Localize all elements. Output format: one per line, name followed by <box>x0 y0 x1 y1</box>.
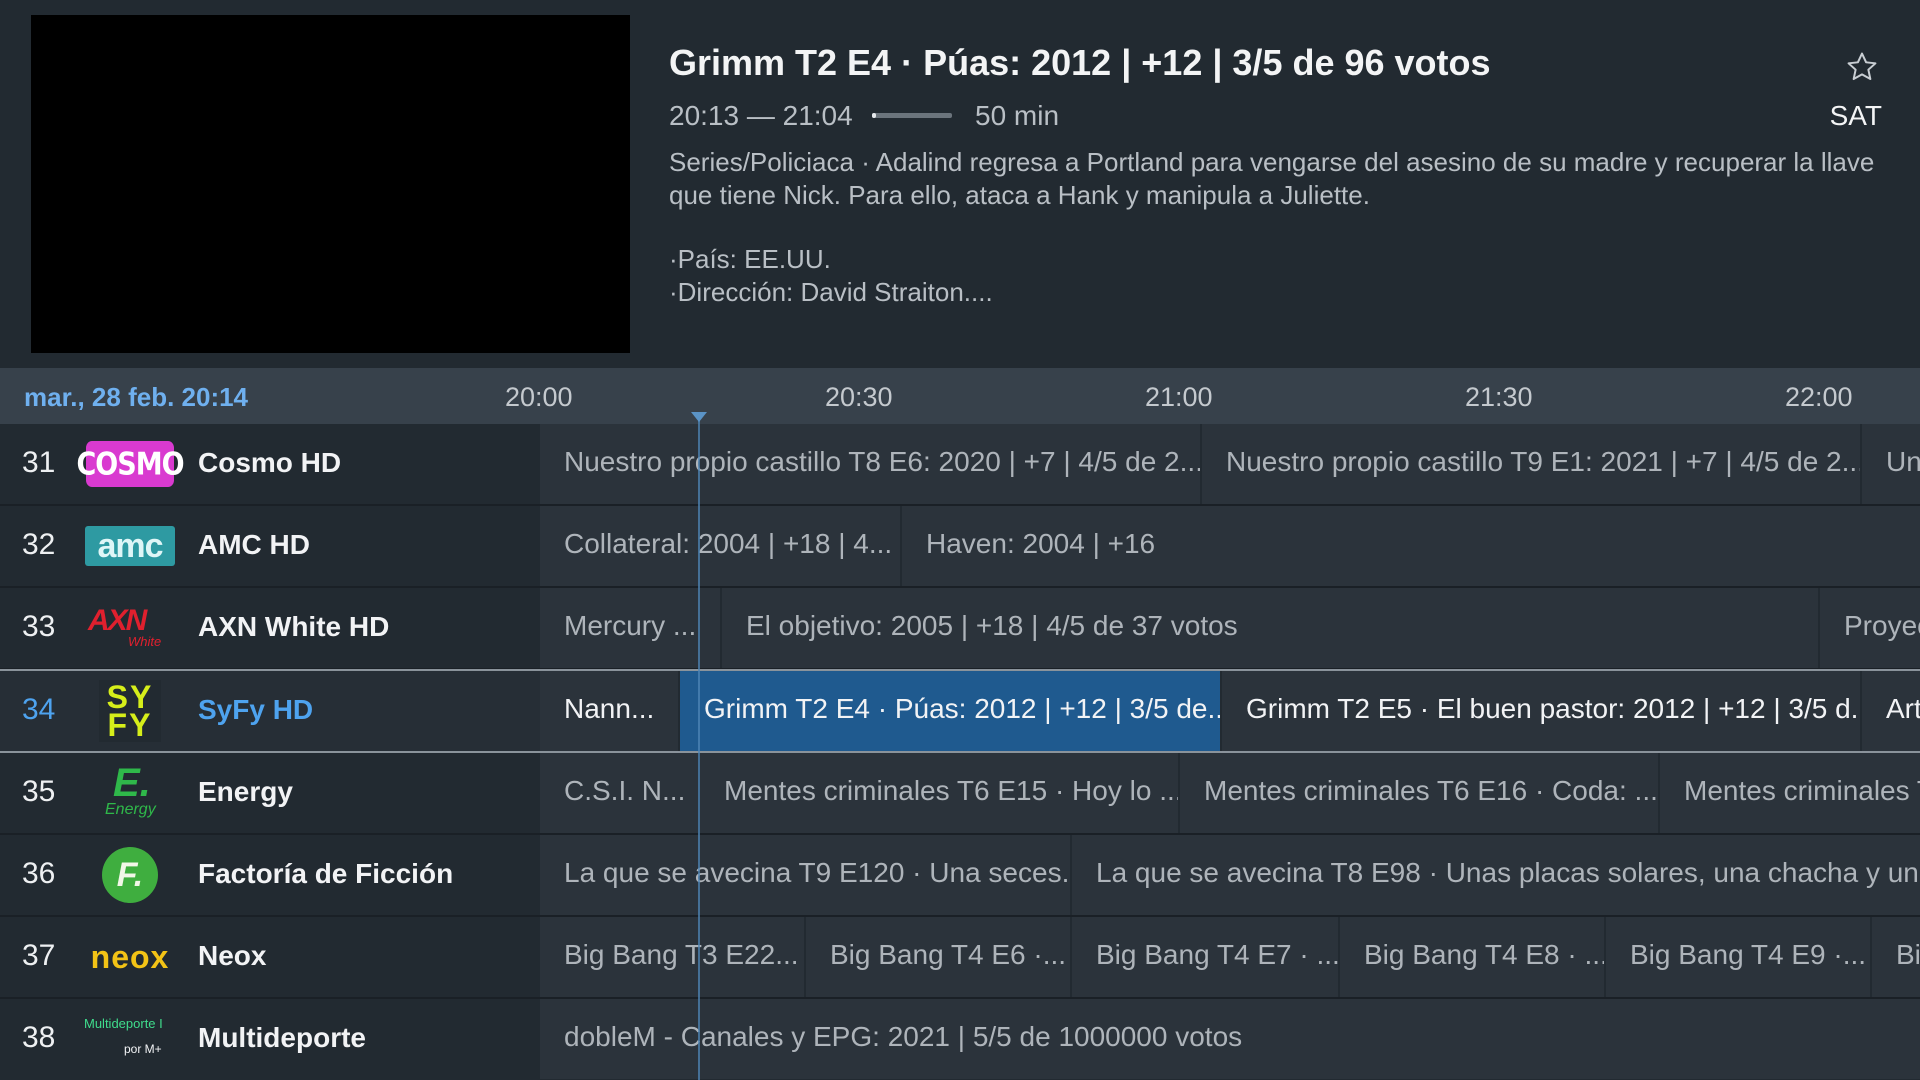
program-cell[interactable]: Big Bang T4 E9 ·... <box>1606 917 1872 997</box>
fdf-logo-text: F. <box>102 847 158 903</box>
channel-number: 34 <box>22 693 56 726</box>
time-tick: 22:00 <box>1785 382 1853 412</box>
channel-name: AXN White HD <box>198 611 390 642</box>
axn-white-logo: AXN White <box>84 602 176 654</box>
program-cell[interactable]: Art <box>1862 671 1920 751</box>
program-cell[interactable]: Haven: 2004 | +16 <box>902 506 1920 586</box>
channel-number: 36 <box>22 857 56 890</box>
timeline-header: mar., 28 feb. 20:14 20:00 20:30 21:00 21… <box>0 368 1920 424</box>
program-grid-row: La que se avecina T9 E120 · Una seces...… <box>540 835 1920 915</box>
amc-logo: amc <box>84 520 176 572</box>
program-cell[interactable]: Nuestro propio castillo T8 E6: 2020 | +7… <box>540 424 1202 504</box>
program-grid-row: Mercury ... El objetivo: 2005 | +18 | 4/… <box>540 588 1920 668</box>
program-progress-bar <box>872 113 952 118</box>
program-cell[interactable]: C.S.I. N... <box>540 753 700 833</box>
now-indicator-line <box>698 420 700 1080</box>
neox-logo-text: neox <box>90 938 170 975</box>
channel-row-syfy-hd[interactable]: 34 SY FY SyFy HD Nann... Grimm T2 E4 · P… <box>0 669 1920 753</box>
channel-name: SyFy HD <box>198 694 314 725</box>
program-time-range: 20:13 — 21:04 <box>669 100 853 131</box>
channel-row-multideporte[interactable]: 38 Multideporte I por M+ Multideporte do… <box>0 999 1920 1080</box>
source-badge: SAT <box>1829 100 1882 131</box>
channel-row-cosmo-hd[interactable]: 31 COSMO Cosmo HD Nuestro propio castill… <box>0 424 1920 506</box>
program-progress-fill <box>872 113 876 118</box>
time-tick: 20:30 <box>825 382 893 412</box>
axn-logo-subtext: White <box>128 634 162 649</box>
program-cell[interactable]: El objetivo: 2005 | +18 | 4/5 de 37 voto… <box>722 588 1820 668</box>
channel-number: 37 <box>22 939 56 972</box>
program-cell[interactable]: Big Bang T4 E8 · ... <box>1340 917 1606 997</box>
program-cell[interactable]: Big Bang T4 E7 · ... <box>1072 917 1340 997</box>
multideporte-logo-subtext: por M+ <box>124 1042 162 1056</box>
star-outline-icon[interactable] <box>1845 50 1879 84</box>
program-cell[interactable]: Bi <box>1872 917 1920 997</box>
energy-logo-subtext: Energy <box>105 801 156 818</box>
program-cell[interactable]: Grimm T2 E5 · El buen pastor: 2012 | +12… <box>1222 671 1862 751</box>
program-info-panel: Grimm T2 E4 · Púas: 2012 | +12 | 3/5 de … <box>0 0 1920 368</box>
program-grid-row: Collateral: 2004 | +18 | 4... Haven: 200… <box>540 506 1920 586</box>
channel-name: AMC HD <box>198 529 310 560</box>
program-grid-row: Nuestro propio castillo T8 E6: 2020 | +7… <box>540 424 1920 504</box>
program-cell[interactable]: dobleM - Canales y EPG: 2021 | 5/5 de 10… <box>540 999 1920 1079</box>
channel-number: 38 <box>22 1021 56 1054</box>
energy-logo: E. Energy <box>84 761 176 819</box>
program-grid-row: Nann... Grimm T2 E4 · Púas: 2012 | +12 |… <box>540 671 1920 751</box>
time-tick: 21:30 <box>1465 382 1533 412</box>
channel-name: Factoría de Ficción <box>198 858 454 889</box>
program-cell[interactable]: Mentes criminales T <box>1660 753 1920 833</box>
channel-name: Energy <box>198 776 293 807</box>
program-cell-focused[interactable]: Grimm T2 E4 · Púas: 2012 | +12 | 3/5 de.… <box>680 671 1222 751</box>
channel-number: 32 <box>22 528 56 561</box>
cosmo-logo-text: COSMO <box>76 441 185 487</box>
amc-logo-text: amc <box>85 526 175 566</box>
program-grid-row: dobleM - Canales y EPG: 2021 | 5/5 de 10… <box>540 999 1920 1079</box>
program-cell[interactable]: Mercury ... <box>540 588 722 668</box>
channel-row-amc-hd[interactable]: 32 amc AMC HD Collateral: 2004 | +18 | 4… <box>0 506 1920 588</box>
multideporte-logo: Multideporte I por M+ <box>84 1013 176 1065</box>
time-tick: 20:00 <box>505 382 573 412</box>
program-title: Grimm T2 E4 · Púas: 2012 | +12 | 3/5 de … <box>669 42 1491 83</box>
channel-row-axn-white-hd[interactable]: 33 AXN White AXN White HD Mercury ... El… <box>0 588 1920 670</box>
program-duration: 50 min <box>975 100 1060 131</box>
program-cell[interactable]: Mentes criminales T6 E16 · Coda: ... <box>1180 753 1660 833</box>
current-datetime: mar., 28 feb. 20:14 <box>24 382 249 412</box>
channel-number: 35 <box>22 775 56 808</box>
program-cell[interactable]: Proyec <box>1820 588 1920 668</box>
program-cell[interactable]: La que se avecina T8 E98 · Unas placas s… <box>1072 835 1920 915</box>
channel-number: 33 <box>22 610 56 643</box>
fdf-logo: F. <box>84 847 176 903</box>
channel-name: Multideporte <box>198 1022 366 1053</box>
time-tick: 21:00 <box>1145 382 1213 412</box>
channel-row-neox[interactable]: 37 neox Neox Big Bang T3 E22... Big Bang… <box>0 917 1920 999</box>
program-cell[interactable]: Nuestro propio castillo T9 E1: 2021 | +7… <box>1202 424 1862 504</box>
channel-row-factoria-de-ficcion[interactable]: 36 F. Factoría de Ficción La que se avec… <box>0 835 1920 917</box>
video-preview[interactable] <box>31 15 630 353</box>
program-cell[interactable]: La que se avecina T9 E120 · Una seces... <box>540 835 1072 915</box>
channel-row-energy[interactable]: 35 E. Energy Energy C.S.I. N... Mentes c… <box>0 753 1920 835</box>
program-cell[interactable]: Nann... <box>540 671 680 751</box>
now-marker-icon <box>691 412 707 422</box>
program-cell[interactable]: Un <box>1862 424 1920 504</box>
syfy-logo-text: SY FY <box>99 680 161 742</box>
program-cell[interactable]: Big Bang T4 E6 ·... <box>806 917 1072 997</box>
program-country: ·País: EE.UU. <box>669 244 831 274</box>
axn-logo-text: AXN <box>88 604 147 637</box>
multideporte-logo-text: Multideporte I <box>84 1016 163 1031</box>
neox-logo: neox <box>84 931 176 983</box>
program-cell[interactable]: Collateral: 2004 | +18 | 4... <box>540 506 902 586</box>
channel-number: 31 <box>22 446 56 479</box>
program-cell[interactable]: Mentes criminales T6 E15 · Hoy lo ... <box>700 753 1180 833</box>
syfy-logo: SY FY <box>84 680 176 742</box>
channel-name: Neox <box>198 940 267 971</box>
channel-name: Cosmo HD <box>198 447 342 478</box>
program-director: ·Dirección: David Straiton.... <box>669 277 993 307</box>
program-grid-row: Big Bang T3 E22... Big Bang T4 E6 ·... B… <box>540 917 1920 997</box>
energy-logo-text: E. <box>113 761 151 805</box>
program-grid-row: C.S.I. N... Mentes criminales T6 E15 · H… <box>540 753 1920 833</box>
program-cell[interactable]: Big Bang T3 E22... <box>540 917 806 997</box>
program-synopsis: Series/Policiaca · Adalind regresa a Por… <box>669 147 1875 210</box>
cosmo-logo: COSMO <box>76 438 185 490</box>
